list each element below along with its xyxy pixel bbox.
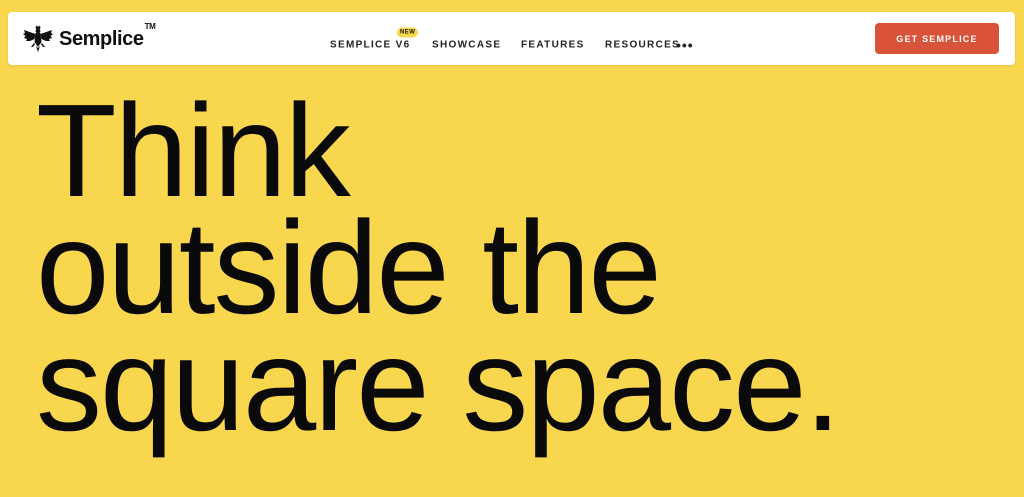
more-dots-icon[interactable]: •••	[676, 38, 694, 52]
eagle-icon	[23, 25, 53, 52]
brand-logo[interactable]: SempliceTM	[23, 21, 156, 54]
hero-line-3: square space.	[36, 311, 841, 458]
nav-item-label: SEMPLICE V6	[330, 39, 411, 51]
nav-item-showcase[interactable]: SHOWCASE	[432, 40, 501, 51]
nav-item-features[interactable]: FEATURES	[521, 40, 585, 51]
nav-item-resources[interactable]: RESOURCES	[605, 40, 680, 51]
nav-item-semplice-v6[interactable]: SEMPLICE V6 NEW	[330, 27, 419, 51]
trademark-mark: TM	[144, 21, 156, 31]
navbar: SempliceTM SEMPLICE V6 NEW SHOWCASE FEAT…	[8, 12, 1015, 65]
page: SempliceTM SEMPLICE V6 NEW SHOWCASE FEAT…	[0, 0, 1024, 497]
brand-name: SempliceTM	[59, 21, 156, 50]
new-badge: NEW	[396, 27, 419, 38]
hero-headline: Think outside the square space.	[36, 77, 841, 458]
hero-line-2: outside the	[36, 194, 662, 341]
get-semplice-button[interactable]: GET SEMPLICE	[875, 23, 999, 54]
hero-line-1: Think	[36, 77, 351, 224]
